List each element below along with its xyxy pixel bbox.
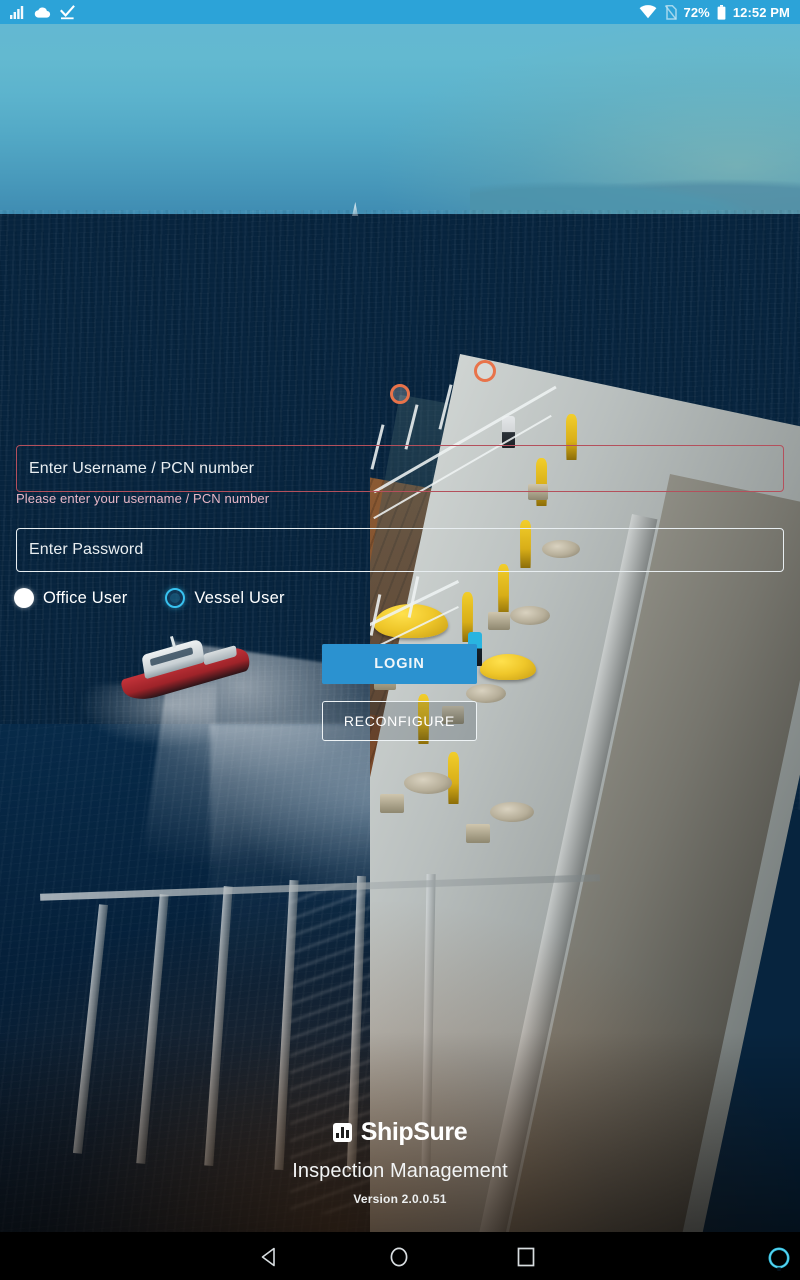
username-error-message: Please enter your username / PCN number xyxy=(16,491,270,506)
recents-square-icon[interactable] xyxy=(516,1247,536,1267)
brand-logo: ShipSure xyxy=(0,1118,800,1147)
wifi-icon xyxy=(639,5,656,19)
radio-label-vessel-user: Vessel User xyxy=(194,588,285,607)
login-screen: 72% 12:52 PM Enter Username / PCN number… xyxy=(0,0,800,1280)
status-bar-left-icons xyxy=(10,4,75,20)
user-type-radio-group: Office User Vessel User xyxy=(14,588,285,608)
radio-label-office-user: Office User xyxy=(43,588,128,607)
app-subtitle-label: Inspection Management xyxy=(292,1160,508,1182)
battery-percent-label: 72% xyxy=(683,4,710,20)
radio-button-vessel-user[interactable] xyxy=(165,588,186,608)
status-bar: 72% 12:52 PM xyxy=(0,0,800,24)
radio-option-office-user[interactable]: Office User xyxy=(14,588,127,608)
login-button[interactable]: LOGIN xyxy=(322,644,477,684)
username-input[interactable]: Enter Username / PCN number xyxy=(16,445,784,492)
app-version-label: Version 2.0.0.51 xyxy=(353,1192,447,1206)
status-bar-right-icons: 72% 12:52 PM xyxy=(639,4,791,20)
username-placeholder: Enter Username / PCN number xyxy=(29,459,255,477)
back-triangle-icon[interactable] xyxy=(258,1246,280,1268)
no-sim-icon xyxy=(664,4,677,20)
reconfigure-button[interactable]: RECONFIGURE xyxy=(322,701,477,741)
password-placeholder: Enter Password xyxy=(29,541,144,558)
android-navigation-bar xyxy=(0,1232,800,1280)
radio-button-office-user[interactable] xyxy=(14,588,34,608)
battery-icon xyxy=(717,4,726,20)
brand-name-label: ShipSure xyxy=(360,1118,468,1146)
login-form: Enter Username / PCN number Please enter… xyxy=(0,24,800,1232)
home-circle-icon[interactable] xyxy=(388,1246,410,1268)
assistant-ring-icon[interactable] xyxy=(766,1245,792,1271)
weather-cloud-icon xyxy=(34,7,51,18)
clock-label: 12:52 PM xyxy=(732,4,790,20)
radio-option-vessel-user[interactable]: Vessel User xyxy=(165,588,284,608)
download-complete-icon xyxy=(60,4,75,19)
bar-chart-logo-icon xyxy=(332,1123,352,1142)
password-input[interactable]: Enter Password xyxy=(16,528,784,572)
signal-bars-icon xyxy=(10,5,24,19)
